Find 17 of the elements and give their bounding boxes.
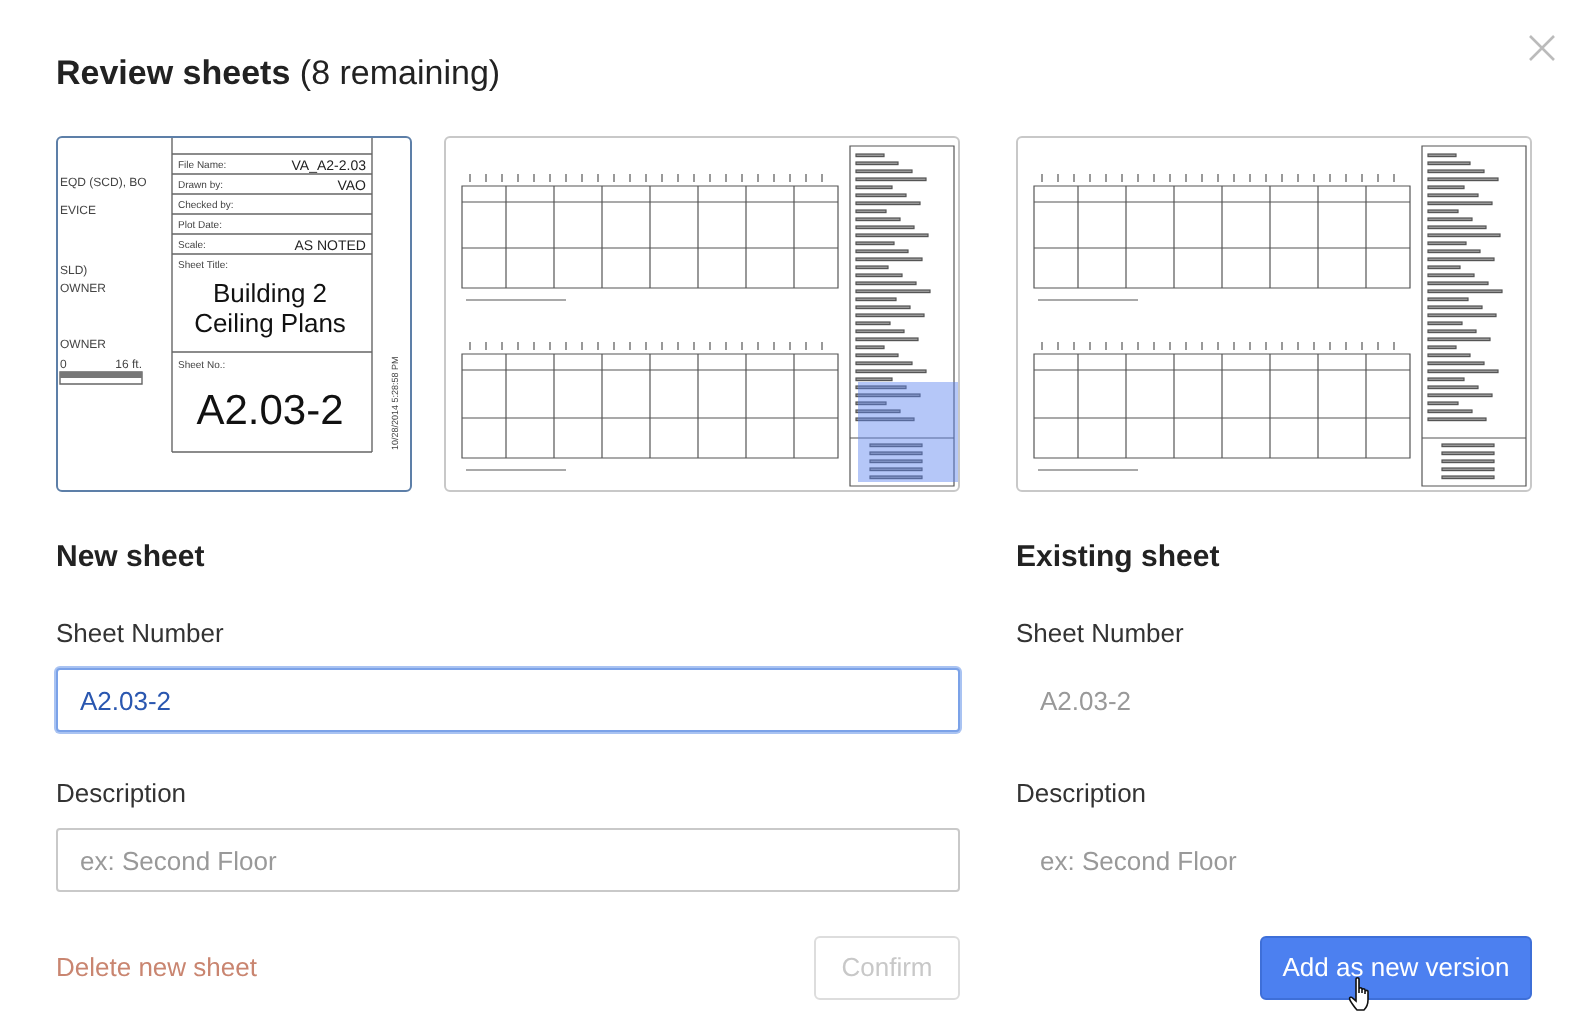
sheet-title-text: Ceiling Plans — [194, 308, 346, 338]
input-field: ex: Second Floor — [1016, 828, 1532, 892]
input-field: A2.03-2 — [1016, 668, 1532, 732]
field-label: Sheet Number — [56, 616, 226, 652]
field-label: Description — [1016, 776, 1149, 812]
field-label: Description — [56, 776, 189, 812]
input-field[interactable]: A2.03-2 — [56, 668, 960, 732]
field-label: Sheet Number — [1016, 616, 1186, 652]
sheet-number-text: A2.03-2 — [196, 388, 344, 434]
section-heading: Existing sheet — [1016, 538, 1222, 578]
input-field[interactable]: ex: Second Floor — [56, 828, 960, 892]
delete-link[interactable]: Delete new sheet — [56, 948, 257, 988]
sheet-title-text: Building 2 — [212, 278, 328, 308]
selection-highlight — [858, 382, 958, 482]
add-version-button[interactable]: Add as new version — [1260, 936, 1532, 1000]
section-heading: New sheet — [56, 538, 207, 578]
dialog-title: Review sheets (8 remaining) — [56, 52, 503, 96]
